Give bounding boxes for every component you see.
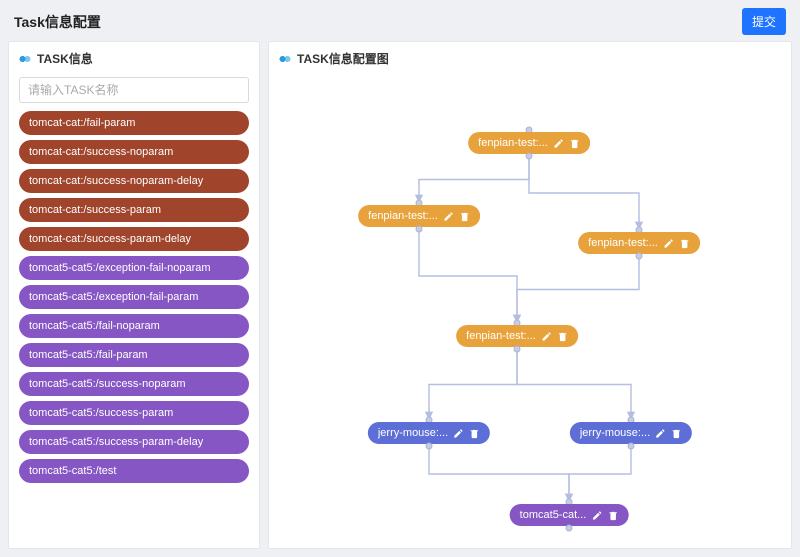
- flow-node[interactable]: fenpian-test:...: [456, 325, 578, 347]
- node-port-bottom[interactable]: [566, 525, 573, 532]
- flow-node[interactable]: jerry-mouse:...: [570, 422, 692, 444]
- task-item[interactable]: tomcat-cat:/success-param: [19, 198, 249, 222]
- submit-button[interactable]: 提交: [742, 8, 786, 35]
- delete-icon[interactable]: [459, 211, 470, 222]
- task-item[interactable]: tomcat-cat:/success-noparam-delay: [19, 169, 249, 193]
- task-item[interactable]: tomcat5-cat5:/success-param: [19, 401, 249, 425]
- edit-icon[interactable]: [591, 510, 602, 521]
- node-label: tomcat5-cat...: [520, 509, 587, 521]
- delete-icon[interactable]: [671, 428, 682, 439]
- top-bar: Task信息配置 提交: [0, 0, 800, 41]
- task-item[interactable]: tomcat-cat:/success-noparam: [19, 140, 249, 164]
- diagram-header: TASK信息配置图: [269, 42, 791, 73]
- task-list[interactable]: tomcat-cat:/fail-param tomcat-cat:/succes…: [9, 109, 259, 548]
- edit-icon[interactable]: [655, 428, 666, 439]
- flow-node[interactable]: fenpian-test:...: [578, 232, 700, 254]
- task-item[interactable]: tomcat5-cat5:/test: [19, 459, 249, 483]
- node-port-bottom[interactable]: [636, 253, 643, 260]
- edit-icon[interactable]: [553, 138, 564, 149]
- node-label: fenpian-test:...: [368, 210, 438, 222]
- edit-icon[interactable]: [663, 238, 674, 249]
- flow-node[interactable]: tomcat5-cat...: [510, 504, 629, 526]
- delete-icon[interactable]: [469, 428, 480, 439]
- flow-edge: [429, 446, 569, 502]
- diagram-panel: TASK信息配置图 fenpian-test:...fenpian-test:.…: [268, 41, 792, 549]
- node-port-bottom[interactable]: [426, 443, 433, 450]
- task-item[interactable]: tomcat-cat:/fail-param: [19, 111, 249, 135]
- task-list-title: TASK信息: [37, 50, 93, 67]
- task-item[interactable]: tomcat5-cat5:/exception-fail-noparam: [19, 256, 249, 280]
- node-label: fenpian-test:...: [588, 237, 658, 249]
- search-wrap: [9, 73, 259, 109]
- delete-icon[interactable]: [569, 138, 580, 149]
- flow-edge: [517, 256, 639, 323]
- flow-edge: [529, 156, 639, 230]
- flow-node[interactable]: fenpian-test:...: [468, 132, 590, 154]
- flow-node[interactable]: fenpian-test:...: [358, 205, 480, 227]
- diagram-canvas[interactable]: fenpian-test:... fenpian-test:... fenpian-…: [269, 73, 791, 548]
- task-list-panel: TASK信息 tomcat-cat:/fail-paramtomcat-cat:…: [8, 41, 260, 549]
- edit-icon[interactable]: [541, 331, 552, 342]
- flow-edge: [569, 446, 631, 502]
- delete-icon[interactable]: [557, 331, 568, 342]
- node-label: jerry-mouse:...: [580, 427, 650, 439]
- node-port-bottom[interactable]: [526, 153, 533, 160]
- node-label: jerry-mouse:...: [378, 427, 448, 439]
- node-port-bottom[interactable]: [628, 443, 635, 450]
- panel-icon: [279, 55, 291, 63]
- task-item[interactable]: tomcat5-cat5:/fail-param: [19, 343, 249, 367]
- flow-edge: [429, 349, 517, 420]
- task-item[interactable]: tomcat5-cat5:/success-param-delay: [19, 430, 249, 454]
- edit-icon[interactable]: [453, 428, 464, 439]
- flow-node[interactable]: jerry-mouse:...: [368, 422, 490, 444]
- flow-edge: [419, 156, 529, 203]
- flow-edge: [517, 349, 631, 420]
- main-content: TASK信息 tomcat-cat:/fail-paramtomcat-cat:…: [0, 41, 800, 557]
- search-input[interactable]: [19, 77, 249, 103]
- panel-icon: [19, 55, 31, 63]
- diagram-title: TASK信息配置图: [297, 50, 389, 67]
- task-item[interactable]: tomcat5-cat5:/fail-noparam: [19, 314, 249, 338]
- node-port-bottom[interactable]: [416, 226, 423, 233]
- node-label: fenpian-test:...: [466, 330, 536, 342]
- page-title: Task信息配置: [14, 12, 101, 32]
- delete-icon[interactable]: [607, 510, 618, 521]
- delete-icon[interactable]: [679, 238, 690, 249]
- task-item[interactable]: tomcat5-cat5:/success-noparam: [19, 372, 249, 396]
- node-port-bottom[interactable]: [514, 346, 521, 353]
- flow-edge: [419, 229, 517, 323]
- task-item[interactable]: tomcat5-cat5:/exception-fail-param: [19, 285, 249, 309]
- task-list-header: TASK信息: [9, 42, 259, 73]
- task-item[interactable]: tomcat-cat:/success-param-delay: [19, 227, 249, 251]
- node-label: fenpian-test:...: [478, 137, 548, 149]
- edit-icon[interactable]: [443, 211, 454, 222]
